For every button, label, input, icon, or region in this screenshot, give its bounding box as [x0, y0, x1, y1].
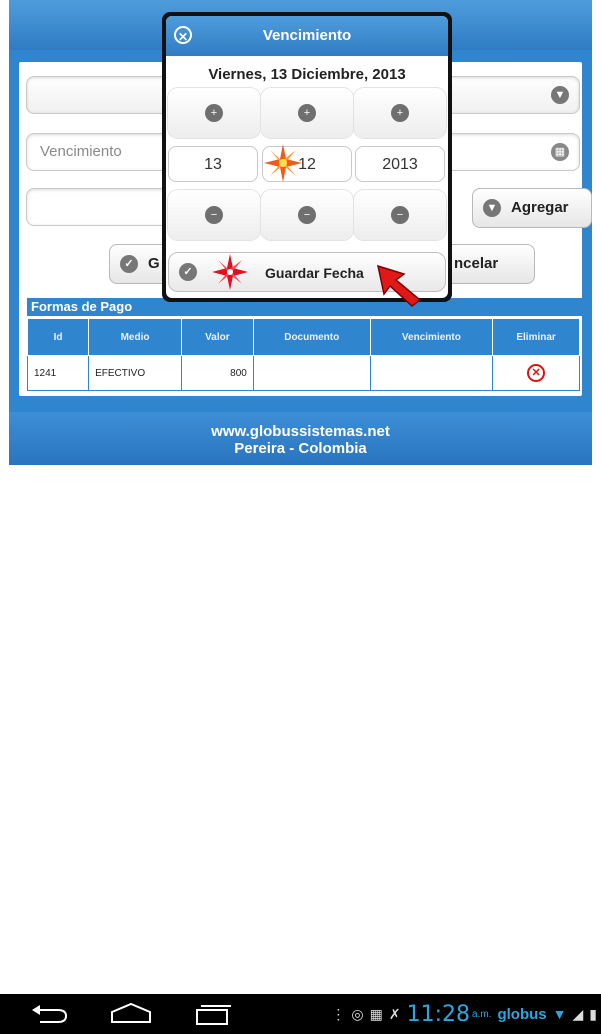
cell-vencimiento	[369, 355, 494, 391]
carrier-name: globus	[497, 1005, 547, 1023]
tap-burst-icon	[212, 254, 248, 290]
gps-icon: ◎	[351, 1005, 364, 1022]
col-medio: Medio	[88, 318, 182, 356]
signal-icon: ◢	[572, 1005, 584, 1022]
footer-website: www.globussistemas.net	[211, 423, 390, 440]
check-icon: ✓	[179, 263, 197, 281]
chevron-down-icon: ▼	[483, 199, 501, 217]
menu-dots-icon[interactable]: ⋮	[331, 1006, 345, 1023]
cancelar-label: ncelar	[454, 255, 499, 272]
col-vencimiento: Vencimiento	[369, 318, 494, 356]
selected-date-text: Viernes, 13 Diciembre, 2013	[208, 66, 406, 83]
chevron-down-icon: ▼	[551, 86, 569, 104]
date-picker-dialog: ✕ Vencimiento Viernes, 13 Diciembre, 201…	[162, 12, 452, 302]
dialog-title: Vencimiento	[262, 27, 352, 44]
payments-table: Id Medio Valor Documento Vencimiento Eli…	[26, 318, 580, 391]
col-documento: Documento	[252, 318, 371, 356]
year-value[interactable]: 2013	[355, 146, 445, 182]
cell-eliminar: ✕	[492, 355, 580, 391]
guardar-label: G	[148, 255, 160, 272]
system-nav-bar: ⋮ ◎ ▦ ✗ 11:28 a.m. globus ▼ ◢ ▮	[0, 994, 601, 1034]
col-valor: Valor	[180, 318, 254, 356]
table-row: 1241 EFECTIVO 800 ✕	[26, 355, 580, 391]
cancelar-button[interactable]: ncelar	[439, 244, 535, 284]
day-value[interactable]: 13	[168, 146, 258, 182]
minus-icon: −	[391, 206, 409, 224]
plus-icon: +	[298, 104, 316, 122]
agregar-label: Agregar	[511, 199, 569, 216]
cell-valor: 800	[180, 355, 254, 391]
vencimiento-placeholder: Vencimiento	[40, 143, 122, 160]
recent-apps-icon[interactable]	[193, 1002, 233, 1026]
plus-icon: +	[391, 104, 409, 122]
status-area: ⋮ ◎ ▦ ✗ 11:28 a.m. globus ▼ ◢ ▮	[331, 1000, 597, 1028]
cell-id: 1241	[26, 355, 90, 391]
wifi-icon: ▼	[552, 1006, 567, 1022]
clock-time: 11:28	[406, 1001, 471, 1027]
guardar-fecha-label: Guardar Fecha	[265, 265, 364, 281]
back-icon[interactable]	[30, 1002, 70, 1026]
clock-ampm: a.m.	[472, 1008, 492, 1020]
month-increment-button[interactable]: +	[261, 88, 353, 138]
col-id: Id	[26, 318, 90, 356]
agregar-button[interactable]: ▼ Agregar	[472, 188, 592, 228]
delete-icon[interactable]: ✕	[527, 364, 546, 382]
dialog-header: ✕ Vencimiento	[166, 16, 448, 56]
col-eliminar: Eliminar	[492, 318, 580, 356]
cell-documento	[252, 355, 371, 391]
left-margin	[0, 0, 9, 1034]
footer-location: Pereira - Colombia	[234, 440, 367, 457]
calendar-grid-icon[interactable]: ▦	[551, 143, 569, 161]
month-decrement-button[interactable]: −	[261, 190, 353, 240]
check-icon: ✓	[120, 255, 138, 273]
minus-icon: −	[205, 206, 223, 224]
day-increment-button[interactable]: +	[168, 88, 260, 138]
year-decrement-button[interactable]: −	[354, 190, 446, 240]
cell-medio: EFECTIVO	[88, 355, 182, 391]
battery-icon: ▮	[589, 1005, 597, 1022]
usb-debug-icon: ▦	[369, 1005, 383, 1022]
home-icon[interactable]	[108, 1002, 154, 1026]
tap-burst-icon	[264, 144, 302, 182]
day-decrement-button[interactable]: −	[168, 190, 260, 240]
minus-icon: −	[298, 206, 316, 224]
right-margin	[592, 0, 601, 1034]
dialog-body: ✕ Vencimiento Viernes, 13 Diciembre, 201…	[166, 16, 448, 298]
pointer-arrow-icon	[376, 264, 422, 307]
plus-icon: +	[205, 104, 223, 122]
footer: www.globussistemas.net Pereira - Colombi…	[9, 412, 592, 465]
mute-icon: ✗	[388, 1005, 401, 1022]
year-increment-button[interactable]: +	[354, 88, 446, 138]
